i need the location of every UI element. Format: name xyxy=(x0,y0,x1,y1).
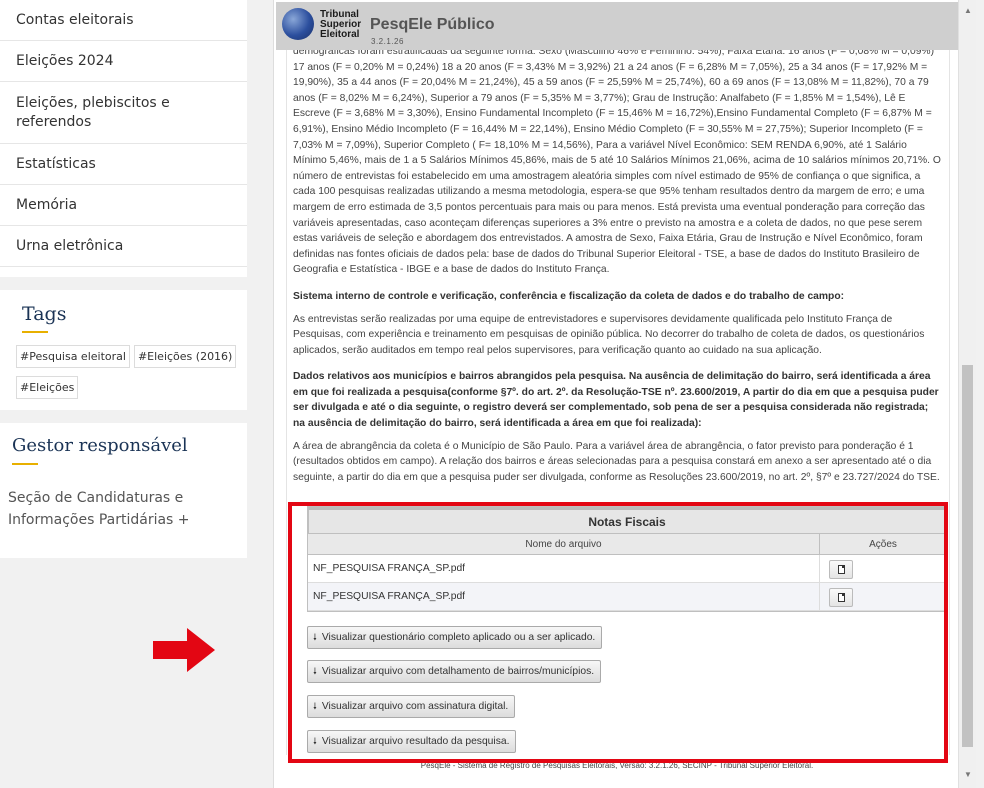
column-header-file: Nome do arquivo xyxy=(308,534,820,554)
section-heading: Sistema interno de controle e verificaçã… xyxy=(293,290,845,302)
table-header: Nome do arquivo Ações xyxy=(308,534,946,555)
view-questionnaire-button[interactable]: 🠗 Visualizar questionário completo aplica… xyxy=(307,626,603,649)
tag-pesquisa-eleitoral[interactable]: #Pesquisa eleitoral xyxy=(16,345,130,368)
tag-eleicoes-2016[interactable]: #Eleições (2016) xyxy=(133,345,237,368)
content-area: demográficas foram estratificadas da seg… xyxy=(286,50,950,755)
table-row: NF_PESQUISA FRANÇA_SP.pdf xyxy=(308,555,946,583)
file-name: NF_PESQUISA FRANÇA_SP.pdf xyxy=(308,555,820,582)
actions-cell xyxy=(820,555,946,582)
text-block: demográficas foram estratificadas da seg… xyxy=(287,50,949,485)
control-paragraph: As entrevistas serão realizadas por uma … xyxy=(293,313,925,356)
document-icon xyxy=(837,565,845,574)
scroll-down-arrow-icon[interactable]: ▼ xyxy=(959,770,977,780)
notas-fiscais-section: Notas Fiscais Nome do arquivo Ações NF_P… xyxy=(307,506,947,753)
document-icon xyxy=(837,593,845,602)
tse-logo-text: Tribunal Superior Eleitoral xyxy=(320,10,361,40)
gestor-card: Gestor responsável Seção de Candidaturas… xyxy=(0,423,247,558)
left-sidebar: Contas eleitorais Eleições 2024 Eleições… xyxy=(0,0,260,788)
area-paragraph: A área de abrangência da coleta é o Muni… xyxy=(293,440,940,483)
view-signature-button[interactable]: 🠗 Visualizar arquivo com assinatura digit… xyxy=(307,695,516,718)
gestor-title: Gestor responsável xyxy=(12,435,188,456)
tags-title: Tags xyxy=(22,303,67,325)
button-label: Visualizar questionário completo aplicad… xyxy=(321,632,596,643)
scroll-up-arrow-icon[interactable]: ▲ xyxy=(959,6,977,16)
table-row: NF_PESQUISA FRANÇA_SP.pdf xyxy=(308,583,946,611)
section-heading: Dados relativos aos municípios e bairros… xyxy=(293,371,939,430)
footer-text: PesqEle - Sistema de Registro de Pesquis… xyxy=(420,761,814,770)
open-pdf-button[interactable] xyxy=(829,560,853,579)
logo-line: Eleitoral xyxy=(320,29,360,40)
tag-eleicoes[interactable]: #Eleições xyxy=(16,376,79,399)
pesqele-frame: Tribunal Superior Eleitoral PesqEle Públ… xyxy=(273,0,976,788)
download-arrow-icon: 🠗 xyxy=(313,632,317,642)
button-label: Visualizar arquivo resultado da pesquisa… xyxy=(321,736,510,747)
button-label: Visualizar arquivo com detalhamento de b… xyxy=(321,666,595,677)
file-name: NF_PESQUISA FRANÇA_SP.pdf xyxy=(308,583,820,610)
notas-fiscais-table: Notas Fiscais Nome do arquivo Ações NF_P… xyxy=(307,506,947,612)
tags-underline xyxy=(22,331,48,333)
scrollbar[interactable]: ▲ ▼ xyxy=(958,0,976,788)
button-label: Visualizar arquivo com assinatura digita… xyxy=(321,701,509,712)
nav-item-eleicoes-plebiscitos[interactable]: Eleições, plebiscitos e referendos xyxy=(0,82,247,144)
scrollbar-thumb[interactable] xyxy=(962,365,973,747)
tag-row: #Eleições xyxy=(16,376,231,399)
tse-logo-icon xyxy=(282,8,314,40)
gestor-link[interactable]: Seção de Candidaturas e Informações Part… xyxy=(8,487,239,531)
arrow-right-icon xyxy=(153,628,215,672)
actions-cell xyxy=(820,583,946,610)
nav-item-urna-eletronica[interactable]: Urna eletrônica xyxy=(0,226,247,267)
column-header-actions: Ações xyxy=(869,539,897,550)
nav-item-estatisticas[interactable]: Estatísticas xyxy=(0,144,247,185)
nav-item-memoria[interactable]: Memória xyxy=(0,185,247,226)
table-caption: Notas Fiscais xyxy=(308,507,946,534)
download-arrow-icon: 🠗 xyxy=(313,666,317,676)
view-result-button[interactable]: 🠗 Visualizar arquivo resultado da pesquis… xyxy=(307,730,517,753)
app-title: PesqEle Público xyxy=(370,16,495,33)
open-pdf-button[interactable] xyxy=(829,588,853,607)
methodology-paragraph: demográficas foram estratificadas da seg… xyxy=(293,50,941,276)
app-header: Tribunal Superior Eleitoral PesqEle Públ… xyxy=(276,2,960,50)
download-arrow-icon: 🠗 xyxy=(313,736,317,746)
tags-card: Tags #Pesquisa eleitoral #Eleições (2016… xyxy=(0,290,247,410)
app-version: 3.2.1.26 xyxy=(371,37,404,46)
download-arrow-icon: 🠗 xyxy=(313,701,317,711)
nav-menu: Contas eleitorais Eleições 2024 Eleições… xyxy=(0,0,247,277)
nav-item-contas-eleitorais[interactable]: Contas eleitorais xyxy=(0,0,247,41)
view-neighborhoods-button[interactable]: 🠗 Visualizar arquivo com detalhamento de … xyxy=(307,660,602,683)
gestor-underline xyxy=(12,463,38,465)
tag-row: #Pesquisa eleitoral #Eleições (2016) xyxy=(16,345,237,368)
nav-item-eleicoes-2024[interactable]: Eleições 2024 xyxy=(0,41,247,82)
